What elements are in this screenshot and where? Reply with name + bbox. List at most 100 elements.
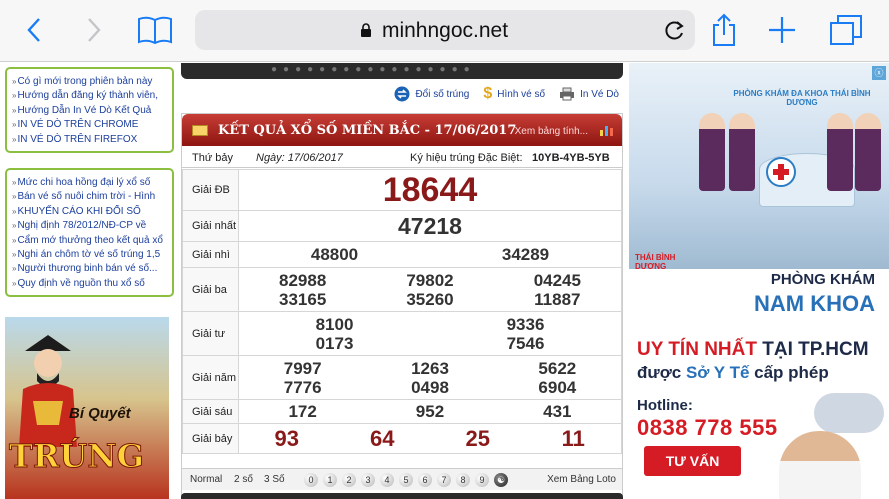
sidebar-link[interactable]: IN VÉ DÒ TRÊN FIREFOX (12, 133, 168, 147)
promo-banner[interactable]: Bí Quyết TRÚNG (5, 317, 169, 499)
digit-ball[interactable]: 9 (475, 473, 489, 487)
clinic-photo: PHÒNG KHÁM ĐA KHOA THÁI BÌNH DƯƠNG THÁI … (629, 63, 889, 271)
nurse-figure (855, 113, 881, 191)
digit-ball[interactable]: 8 (456, 473, 470, 487)
in-ve-do-link[interactable]: In Vé Dò (559, 85, 619, 103)
digit-ball[interactable]: 1 (323, 473, 337, 487)
prize-number: 11887 (534, 289, 581, 309)
xem-bang-tinh-link[interactable]: Xem bảng tính... (515, 126, 588, 137)
draw-day: Thứ bảy (192, 152, 233, 164)
tu-van-button[interactable]: TƯ VẤN (644, 446, 741, 476)
book-icon (138, 16, 172, 45)
prize-row-nhi: Giải nhì 48800 34289 (182, 241, 622, 268)
digit-ball[interactable]: 0 (304, 473, 318, 487)
prize-number: 79802 (406, 270, 454, 290)
digit-ball[interactable]: 2 (342, 473, 356, 487)
chevron-right-icon (88, 18, 101, 42)
share-button[interactable] (706, 12, 742, 48)
clinic-brand-sign: THÁI BÌNH DƯƠNG (635, 253, 676, 271)
nurse-figure (827, 113, 853, 191)
clinic-advertisement[interactable]: PHÒNG KHÁM ĐA KHOA THÁI BÌNH DƯƠNG THÁI … (629, 63, 889, 499)
xem-bang-loto-link[interactable]: Xem Bảng Loto (547, 474, 616, 485)
swap-icon (394, 86, 410, 102)
draw-info-bar: Thứ bảy Ngày: 17/06/2017 Ký hiệu trúng Đ… (182, 148, 622, 168)
share-icon (713, 13, 735, 46)
prize-number: 7776 (283, 377, 322, 397)
nurse-figure (729, 113, 755, 191)
new-tab-button[interactable] (764, 12, 800, 48)
prize-number: 82988 (279, 270, 327, 290)
sidebar-link[interactable]: Mức chi hoa hồng đại lý xổ số (12, 176, 168, 190)
normal-option[interactable]: Normal (190, 474, 222, 485)
address-bar[interactable]: minhngoc.net (195, 10, 695, 50)
prize-row-ba: Giải ba 82988 79802 04245 33165 35260 11… (182, 267, 622, 312)
prize-number: 431 (543, 402, 572, 421)
two-digit-option[interactable]: 2 số (234, 474, 253, 485)
ad-phone[interactable]: 0838 778 555 (637, 415, 778, 441)
chart-bars-icon[interactable] (600, 124, 614, 136)
prize-number: 11 (561, 425, 585, 451)
digit-ball[interactable]: 7 (437, 473, 451, 487)
ad-licensed: được Sở Y Tế cấp phép (637, 363, 829, 382)
tabs-button[interactable] (828, 12, 864, 48)
prize-label: Giải nhì (182, 241, 239, 268)
yin-yang-icon[interactable]: ☯ (494, 473, 508, 487)
sidebar-link[interactable]: Nghi án chôm tờ vé số trúng 1,5 (12, 248, 168, 262)
prize-number: 34289 (501, 245, 550, 264)
guide-links-box: Có gì mới trong phiên bản này Hướng dẫn … (5, 67, 174, 154)
digit-ball[interactable]: 6 (418, 473, 432, 487)
plus-icon (769, 17, 795, 43)
sidebar-link[interactable]: Quy định về nguồn thu xổ số (12, 277, 168, 291)
tools-row: Đổi số trúng $ Hình vé số In Vé Dò (394, 85, 619, 103)
prize-number: 0173 (315, 333, 354, 353)
promo-line2: TRÚNG (9, 437, 145, 476)
doi-so-trung-label: Đổi số trúng (415, 88, 470, 100)
hinh-ve-so-link[interactable]: $ Hình vé số (483, 85, 545, 103)
prize-row-nam: Giải năm 7997 1263 5622 7776 0498 6904 (182, 355, 622, 400)
sidebar-link[interactable]: Có gì mới trong phiên bản này (12, 75, 168, 89)
tabs-icon (830, 15, 862, 45)
web-page: Có gì mới trong phiên bản này Hướng dẫn … (0, 63, 889, 499)
prize-label: Giải ba (182, 267, 239, 312)
prize-number: 0498 (411, 377, 449, 397)
browser-toolbar: minhngoc.net (0, 0, 889, 62)
forward-button[interactable] (76, 12, 112, 48)
three-digit-option[interactable]: 3 Số (264, 474, 285, 485)
prize-number: 9336 (506, 314, 545, 334)
medical-equipment (814, 393, 884, 433)
ad-choices-icon[interactable]: ⓧ (872, 66, 886, 80)
doi-so-trung-link[interactable]: Đổi số trúng (394, 85, 469, 103)
sidebar-link[interactable]: IN VÉ DÒ TRÊN CHROME (12, 118, 168, 132)
clinic-sign-text: PHÒNG KHÁM ĐA KHOA THÁI BÌNH DƯƠNG (733, 89, 871, 107)
sidebar-link[interactable]: Cẩm mớ thưởng theo kết quả xổ (12, 234, 168, 248)
reload-icon[interactable] (663, 18, 687, 42)
prize-number: 33165 (279, 289, 327, 309)
digit-ball[interactable]: 4 (380, 473, 394, 487)
prize-label: Giải tư (182, 311, 239, 356)
sidebar-link[interactable]: Nghị định 78/2012/NĐ-CP về (12, 219, 168, 233)
prize-table: Giải ĐB 18644 Giải nhất 47218 Giải nhì 4… (182, 169, 622, 454)
sidebar-link[interactable]: KHUYẾN CÁO KHI ĐỔI SỐ (12, 205, 168, 219)
digit-ball[interactable]: 3 (361, 473, 375, 487)
prize-number: 47218 (398, 213, 462, 239)
printer-icon (560, 87, 575, 101)
back-button[interactable] (16, 12, 52, 48)
ad-uy-tin: UY TÍN NHẤT TẠI TP.HCM (637, 339, 869, 360)
sidebar-link[interactable]: Bán vé số nuôi chim trời - Hình (12, 190, 168, 204)
god-of-wealth-illustration (19, 335, 77, 447)
sidebar-link[interactable]: Người thương binh bán vé số... (12, 262, 168, 276)
digit-ball[interactable]: 5 (399, 473, 413, 487)
sidebar-link[interactable]: Hướng Dẫn In Vé Dò Kết Quả (12, 104, 168, 118)
prize-number: 7997 (283, 358, 322, 378)
sidebar-link[interactable]: Hướng dẫn đăng ký thành viên, (12, 89, 168, 103)
bottom-strip (181, 493, 623, 499)
prize-number: 64 (370, 425, 395, 451)
top-strip: ●●●●●●●●●●●●●●●●● (181, 63, 623, 79)
hinh-ve-so-label: Hình vé số (497, 88, 546, 100)
prize-number: 1263 (411, 358, 449, 378)
dollar-icon: $ (483, 85, 493, 102)
prize-number: 35260 (406, 289, 454, 309)
bookmarks-button[interactable] (137, 12, 173, 48)
prize-label: Giải bảy (182, 423, 239, 454)
prize-number: 952 (415, 402, 445, 421)
